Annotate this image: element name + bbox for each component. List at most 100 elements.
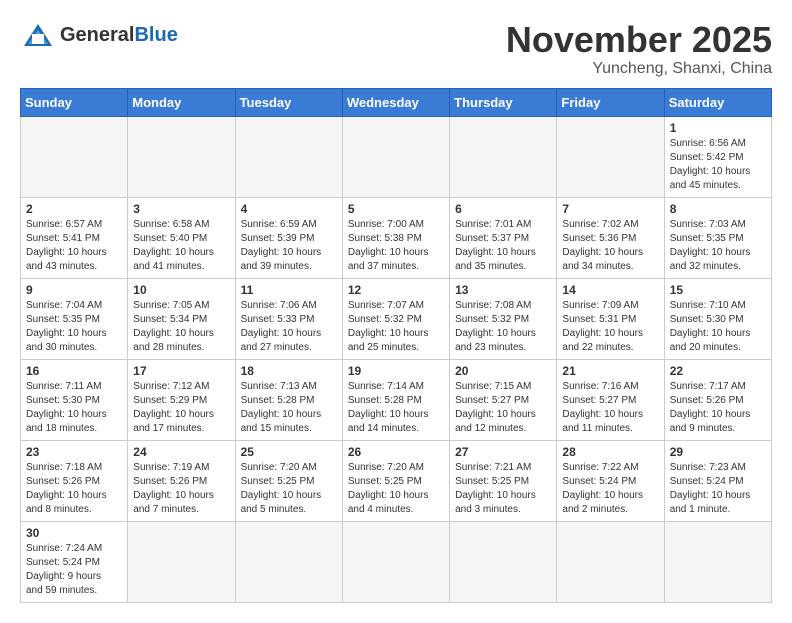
calendar-cell: 7Sunrise: 7:02 AM Sunset: 5:36 PM Daylig… <box>557 197 664 278</box>
day-info: Sunrise: 7:04 AM Sunset: 5:35 PM Dayligh… <box>26 299 122 355</box>
day-number: 9 <box>26 283 122 297</box>
day-info: Sunrise: 6:57 AM Sunset: 5:41 PM Dayligh… <box>26 218 122 274</box>
calendar-cell: 4 Sunrise: 6:59 AM Sunset: 5:39 PM Daylig… <box>235 197 342 278</box>
day-info: Sunrise: 6:58 AM Sunset: 5:40 PM Dayligh… <box>133 218 229 274</box>
calendar-cell: 1Sunrise: 6:56 AM Sunset: 5:42 PM Daylig… <box>664 116 771 197</box>
day-number: 6 <box>455 202 551 216</box>
day-info: Sunrise: 7:03 AM Sunset: 5:35 PM Dayligh… <box>670 218 766 274</box>
day-number: 27 <box>455 445 551 459</box>
location-subtitle: Yuncheng, Shanxi, China <box>506 60 772 78</box>
calendar-cell: 21 Sunrise: 7:16 AM Sunset: 5:27 PM Dayli… <box>557 359 664 440</box>
day-info: Sunrise: 7:09 AM Sunset: 5:31 PM Dayligh… <box>562 299 658 355</box>
calendar-cell <box>342 116 449 197</box>
calendar-cell: 23 Sunrise: 7:18 AM Sunset: 5:26 PM Dayli… <box>21 440 128 521</box>
calendar-cell: 6 Sunrise: 7:01 AM Sunset: 5:37 PM Daylig… <box>450 197 557 278</box>
day-number: 23 <box>26 445 122 459</box>
day-number: 21 <box>562 364 658 378</box>
calendar-cell <box>235 521 342 602</box>
calendar-cell: 18Sunrise: 7:13 AM Sunset: 5:28 PM Dayli… <box>235 359 342 440</box>
calendar-cell: 14Sunrise: 7:09 AM Sunset: 5:31 PM Dayli… <box>557 278 664 359</box>
calendar-cell: 2 Sunrise: 6:57 AM Sunset: 5:41 PM Daylig… <box>21 197 128 278</box>
day-number: 24 <box>133 445 229 459</box>
calendar-cell <box>128 521 235 602</box>
day-info: Sunrise: 7:15 AM Sunset: 5:27 PM Dayligh… <box>455 380 551 436</box>
weekday-header-wednesday: Wednesday <box>342 88 449 116</box>
day-info: Sunrise: 7:01 AM Sunset: 5:37 PM Dayligh… <box>455 218 551 274</box>
calendar-cell <box>235 116 342 197</box>
day-info: Sunrise: 7:23 AM Sunset: 5:24 PM Dayligh… <box>670 461 766 517</box>
day-info: Sunrise: 7:19 AM Sunset: 5:26 PM Dayligh… <box>133 461 229 517</box>
calendar-cell: 17 Sunrise: 7:12 AM Sunset: 5:29 PM Dayli… <box>128 359 235 440</box>
weekday-header-monday: Monday <box>128 88 235 116</box>
day-info: Sunrise: 7:06 AM Sunset: 5:33 PM Dayligh… <box>241 299 337 355</box>
day-info: Sunrise: 7:21 AM Sunset: 5:25 PM Dayligh… <box>455 461 551 517</box>
weekday-header-thursday: Thursday <box>450 88 557 116</box>
day-info: Sunrise: 6:59 AM Sunset: 5:39 PM Dayligh… <box>241 218 337 274</box>
day-number: 8 <box>670 202 766 216</box>
month-title: November 2025 <box>506 20 772 60</box>
calendar-cell: 29Sunrise: 7:23 AM Sunset: 5:24 PM Dayli… <box>664 440 771 521</box>
calendar-cell: 12 Sunrise: 7:07 AM Sunset: 5:32 PM Dayli… <box>342 278 449 359</box>
calendar-week-5: 23 Sunrise: 7:18 AM Sunset: 5:26 PM Dayli… <box>21 440 772 521</box>
page-header: GeneralBlue November 2025 Yuncheng, Shan… <box>20 20 772 78</box>
logo-icon <box>20 20 56 50</box>
calendar-cell: 9 Sunrise: 7:04 AM Sunset: 5:35 PM Daylig… <box>21 278 128 359</box>
calendar-week-3: 9 Sunrise: 7:04 AM Sunset: 5:35 PM Daylig… <box>21 278 772 359</box>
day-info: Sunrise: 7:20 AM Sunset: 5:25 PM Dayligh… <box>348 461 444 517</box>
day-number: 4 <box>241 202 337 216</box>
calendar-cell: 3 Sunrise: 6:58 AM Sunset: 5:40 PM Daylig… <box>128 197 235 278</box>
day-number: 11 <box>241 283 337 297</box>
day-info: Sunrise: 7:24 AM Sunset: 5:24 PM Dayligh… <box>26 542 122 598</box>
day-number: 15 <box>670 283 766 297</box>
weekday-header-saturday: Saturday <box>664 88 771 116</box>
day-info: Sunrise: 7:13 AM Sunset: 5:28 PM Dayligh… <box>241 380 337 436</box>
day-info: Sunrise: 7:22 AM Sunset: 5:24 PM Dayligh… <box>562 461 658 517</box>
day-number: 10 <box>133 283 229 297</box>
calendar-week-6: 30 Sunrise: 7:24 AM Sunset: 5:24 PM Dayli… <box>21 521 772 602</box>
calendar-cell: 5Sunrise: 7:00 AM Sunset: 5:38 PM Daylig… <box>342 197 449 278</box>
calendar-cell <box>557 116 664 197</box>
calendar-cell <box>450 521 557 602</box>
day-info: Sunrise: 7:17 AM Sunset: 5:26 PM Dayligh… <box>670 380 766 436</box>
day-info: Sunrise: 7:20 AM Sunset: 5:25 PM Dayligh… <box>241 461 337 517</box>
day-info: Sunrise: 7:08 AM Sunset: 5:32 PM Dayligh… <box>455 299 551 355</box>
day-info: Sunrise: 7:10 AM Sunset: 5:30 PM Dayligh… <box>670 299 766 355</box>
day-number: 3 <box>133 202 229 216</box>
day-info: Sunrise: 7:12 AM Sunset: 5:29 PM Dayligh… <box>133 380 229 436</box>
calendar-cell: 24 Sunrise: 7:19 AM Sunset: 5:26 PM Dayli… <box>128 440 235 521</box>
calendar-week-1: 1Sunrise: 6:56 AM Sunset: 5:42 PM Daylig… <box>21 116 772 197</box>
calendar-cell: 22Sunrise: 7:17 AM Sunset: 5:26 PM Dayli… <box>664 359 771 440</box>
calendar-week-2: 2 Sunrise: 6:57 AM Sunset: 5:41 PM Daylig… <box>21 197 772 278</box>
day-number: 5 <box>348 202 444 216</box>
day-number: 28 <box>562 445 658 459</box>
calendar-cell: 11 Sunrise: 7:06 AM Sunset: 5:33 PM Dayli… <box>235 278 342 359</box>
day-number: 20 <box>455 364 551 378</box>
day-info: Sunrise: 7:02 AM Sunset: 5:36 PM Dayligh… <box>562 218 658 274</box>
day-number: 13 <box>455 283 551 297</box>
calendar-cell <box>450 116 557 197</box>
calendar-cell: 20 Sunrise: 7:15 AM Sunset: 5:27 PM Dayli… <box>450 359 557 440</box>
day-info: Sunrise: 7:07 AM Sunset: 5:32 PM Dayligh… <box>348 299 444 355</box>
weekday-header-friday: Friday <box>557 88 664 116</box>
day-number: 1 <box>670 121 766 135</box>
day-number: 12 <box>348 283 444 297</box>
day-number: 25 <box>241 445 337 459</box>
day-number: 2 <box>26 202 122 216</box>
day-info: Sunrise: 7:11 AM Sunset: 5:30 PM Dayligh… <box>26 380 122 436</box>
title-area: November 2025 Yuncheng, Shanxi, China <box>506 20 772 78</box>
calendar-cell: 25 Sunrise: 7:20 AM Sunset: 5:25 PM Dayli… <box>235 440 342 521</box>
day-info: Sunrise: 7:16 AM Sunset: 5:27 PM Dayligh… <box>562 380 658 436</box>
day-number: 19 <box>348 364 444 378</box>
day-number: 30 <box>26 526 122 540</box>
weekday-header-row: SundayMondayTuesdayWednesdayThursdayFrid… <box>21 88 772 116</box>
calendar-cell <box>342 521 449 602</box>
day-number: 17 <box>133 364 229 378</box>
calendar-cell <box>21 116 128 197</box>
logo-text: GeneralBlue <box>60 24 178 47</box>
weekday-header-tuesday: Tuesday <box>235 88 342 116</box>
calendar-cell: 13 Sunrise: 7:08 AM Sunset: 5:32 PM Dayli… <box>450 278 557 359</box>
day-info: Sunrise: 7:18 AM Sunset: 5:26 PM Dayligh… <box>26 461 122 517</box>
calendar-cell: 19Sunrise: 7:14 AM Sunset: 5:28 PM Dayli… <box>342 359 449 440</box>
day-number: 16 <box>26 364 122 378</box>
calendar-cell: 10Sunrise: 7:05 AM Sunset: 5:34 PM Dayli… <box>128 278 235 359</box>
